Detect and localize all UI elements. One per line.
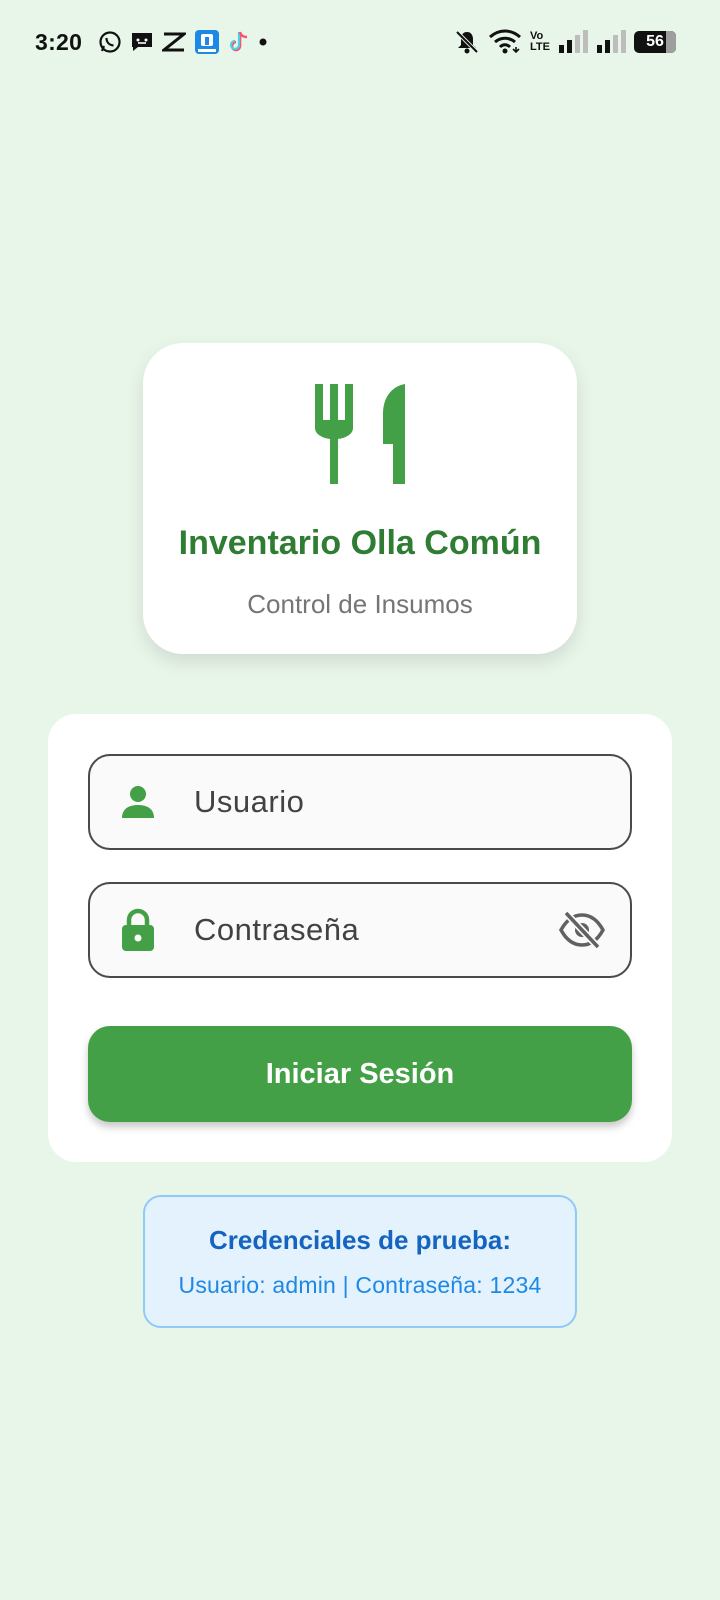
username-placeholder: Usuario <box>194 784 305 819</box>
header-card: Inventario Olla Común Control de Insumos <box>143 343 577 654</box>
volte-icon: Vo LTE <box>530 31 550 53</box>
lock-icon <box>118 908 158 951</box>
battery-level: 56 <box>646 33 664 50</box>
visibility-off-icon[interactable] <box>558 906 606 954</box>
app-icon <box>194 29 220 55</box>
capcut-icon <box>162 31 187 53</box>
username-field[interactable]: Usuario <box>88 754 632 850</box>
password-field[interactable]: Contraseña <box>88 882 632 978</box>
mute-notifications-icon <box>454 29 480 55</box>
status-bar-left: 3:20 <box>35 29 276 56</box>
login-form-card: Usuario Contraseña Iniciar Sesión <box>48 714 672 1162</box>
status-bar-right: Vo LTE 56 <box>454 29 684 55</box>
signal-2-icon <box>596 29 626 55</box>
dot-icon <box>258 37 268 47</box>
signal-1-icon <box>558 29 588 55</box>
battery-icon: 56 <box>634 31 676 53</box>
status-time: 3:20 <box>35 28 83 55</box>
app-subtitle: Control de Insumos <box>247 589 473 619</box>
status-bar: 3:20 Vo LTE 56 <box>0 0 720 84</box>
wifi-icon <box>488 29 522 55</box>
login-button[interactable]: Iniciar Sesión <box>88 1026 632 1122</box>
volte-bottom-label: LTE <box>530 41 550 53</box>
message-icon <box>130 30 154 54</box>
whatsapp-icon <box>98 30 122 54</box>
password-placeholder: Contraseña <box>194 912 360 947</box>
app-title: Inventario Olla Común <box>178 524 542 562</box>
test-credentials-box: Credenciales de prueba: Usuario: admin |… <box>143 1195 577 1328</box>
login-screen: 3:20 Vo LTE 56 Inventario Olla Común Con… <box>0 0 720 1600</box>
restaurant-icon <box>315 384 405 484</box>
test-credentials-text: Usuario: admin | Contraseña: 1234 <box>178 1272 542 1298</box>
person-icon <box>118 782 158 822</box>
test-credentials-title: Credenciales de prueba: <box>209 1225 511 1255</box>
tiktok-icon <box>228 30 250 54</box>
